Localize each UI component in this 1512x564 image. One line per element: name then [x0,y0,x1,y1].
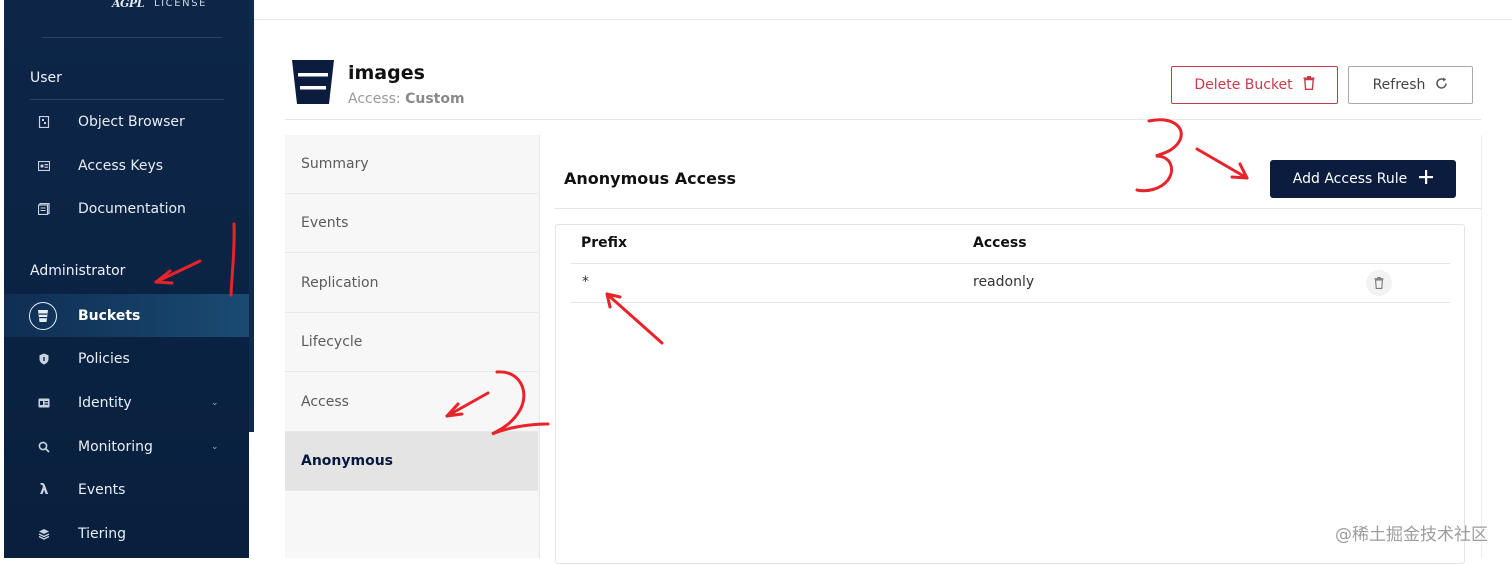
sidebar-item-label: Buckets [78,307,141,324]
license-logo: AGPL LICENSE [112,0,207,12]
header-divider [285,119,1481,120]
sidebar-item-object-browser[interactable]: Object Browser [4,102,249,142]
sidebar-item-tiering[interactable]: Tiering [4,514,249,554]
sidebar-item-identity[interactable]: Identity ⌄ [4,383,249,423]
column-header-prefix[interactable]: Prefix [581,235,627,251]
lambda-icon: λ [39,482,49,498]
table-row-divider [571,302,1450,303]
administrator-section-label: Administrator [30,263,126,279]
sidebar-item-access-keys[interactable]: Access Keys [4,146,249,186]
tab-summary[interactable]: Summary [285,135,538,194]
license-logo-text: LICENSE [153,0,208,9]
sidebar-item-label: Tiering [78,526,127,542]
shield-icon [37,352,51,366]
delete-bucket-label: Delete Bucket [1194,77,1293,93]
delete-bucket-button[interactable]: Delete Bucket [1171,66,1338,104]
tab-label: Replication [301,275,379,291]
table-cell-access: readonly [973,274,1035,290]
tab-label: Events [301,215,349,231]
sidebar-item-label: Access Keys [78,158,164,174]
agpl-logo-mark: AGPL [112,0,144,10]
sidebar-item-label: Monitoring [78,439,153,455]
sidebar-item-buckets[interactable]: Buckets [4,294,249,337]
sidebar-item-label: Events [78,482,126,498]
tab-lifecycle[interactable]: Lifecycle [285,313,538,372]
bucket-tabs: Summary Events Replication Lifecycle Acc… [285,135,540,558]
sidebar-item-label: Identity [78,395,132,411]
annotation-mark-3 [1135,118,1183,193]
panel-title: Anonymous Access [564,169,736,188]
column-header-access[interactable]: Access [973,235,1027,251]
refresh-button[interactable]: Refresh [1348,66,1473,104]
content-border [1481,135,1482,558]
tab-label: Lifecycle [301,334,363,350]
tab-replication[interactable]: Replication [285,254,538,313]
bucket-icon [29,301,57,330]
sidebar-item-policies[interactable]: Policies [4,339,249,379]
sidebar-item-documentation[interactable]: Documentation [4,189,249,229]
sidebar: AGPL LICENSE User Object Browser Access … [4,0,249,558]
top-bar-divider [254,19,1512,20]
delete-rule-icon[interactable] [1366,270,1392,296]
object-browser-icon [37,115,51,129]
magnifier-icon [37,440,51,454]
bucket-access-label: Access: [348,91,401,107]
bucket-access-value: Custom [405,91,465,107]
sidebar-item-label: Policies [78,351,130,367]
sidebar-item-monitoring[interactable]: Monitoring ⌄ [4,427,249,467]
tab-anonymous[interactable]: Anonymous [285,432,538,491]
tab-label: Summary [301,156,369,172]
tab-label: Anonymous [301,453,394,469]
tab-access[interactable]: Access [285,373,538,432]
watermark: @稀土掘金技术社区 [1335,525,1488,545]
page-title: images [348,62,425,84]
refresh-icon [1435,77,1448,94]
add-access-rule-label: Add Access Rule [1292,171,1408,187]
bucket-access-info: Access: Custom [348,91,465,107]
table-cell-prefix: * [582,274,589,290]
sidebar-item-label: Documentation [78,201,186,217]
layers-icon [37,527,51,541]
chevron-down-icon[interactable]: ⌄ [211,398,219,408]
annotation-arrow-add-rule [1195,147,1249,180]
table-header-divider [571,263,1450,264]
panel-divider [554,208,1481,209]
chevron-down-icon[interactable]: ⌄ [211,442,219,452]
refresh-label: Refresh [1372,77,1426,93]
sidebar-scrollbar[interactable] [249,0,254,432]
sidebar-item-label: Object Browser [78,114,185,130]
user-section-label: User [30,70,62,86]
documentation-icon [37,202,51,216]
tab-label: Access [301,394,349,410]
access-keys-icon [37,159,51,173]
trash-icon [1303,76,1315,94]
bucket-icon [292,60,334,104]
logo-divider [42,37,222,38]
add-access-rule-button[interactable]: Add Access Rule [1270,160,1456,198]
user-section-divider [30,99,224,100]
tab-events[interactable]: Events [285,194,538,253]
id-card-icon [37,396,51,410]
sidebar-item-events[interactable]: λ Events [4,470,249,510]
plus-icon [1419,170,1434,188]
